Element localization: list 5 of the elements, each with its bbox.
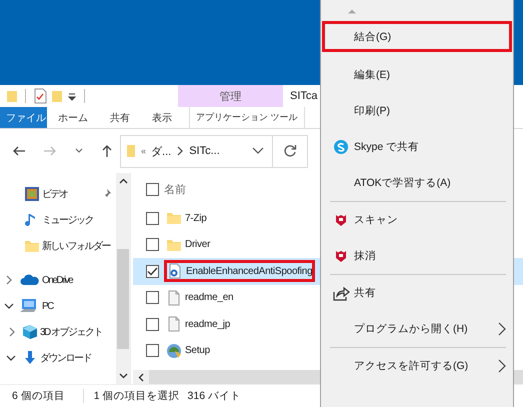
status-text: 6 個の項目	[12, 389, 65, 403]
status-text: 316 バイト	[188, 389, 241, 403]
window-title: SITca	[289, 90, 318, 102]
context-group-label: 管理	[178, 85, 283, 107]
status-text: 1 個の項目を選択	[94, 389, 180, 403]
